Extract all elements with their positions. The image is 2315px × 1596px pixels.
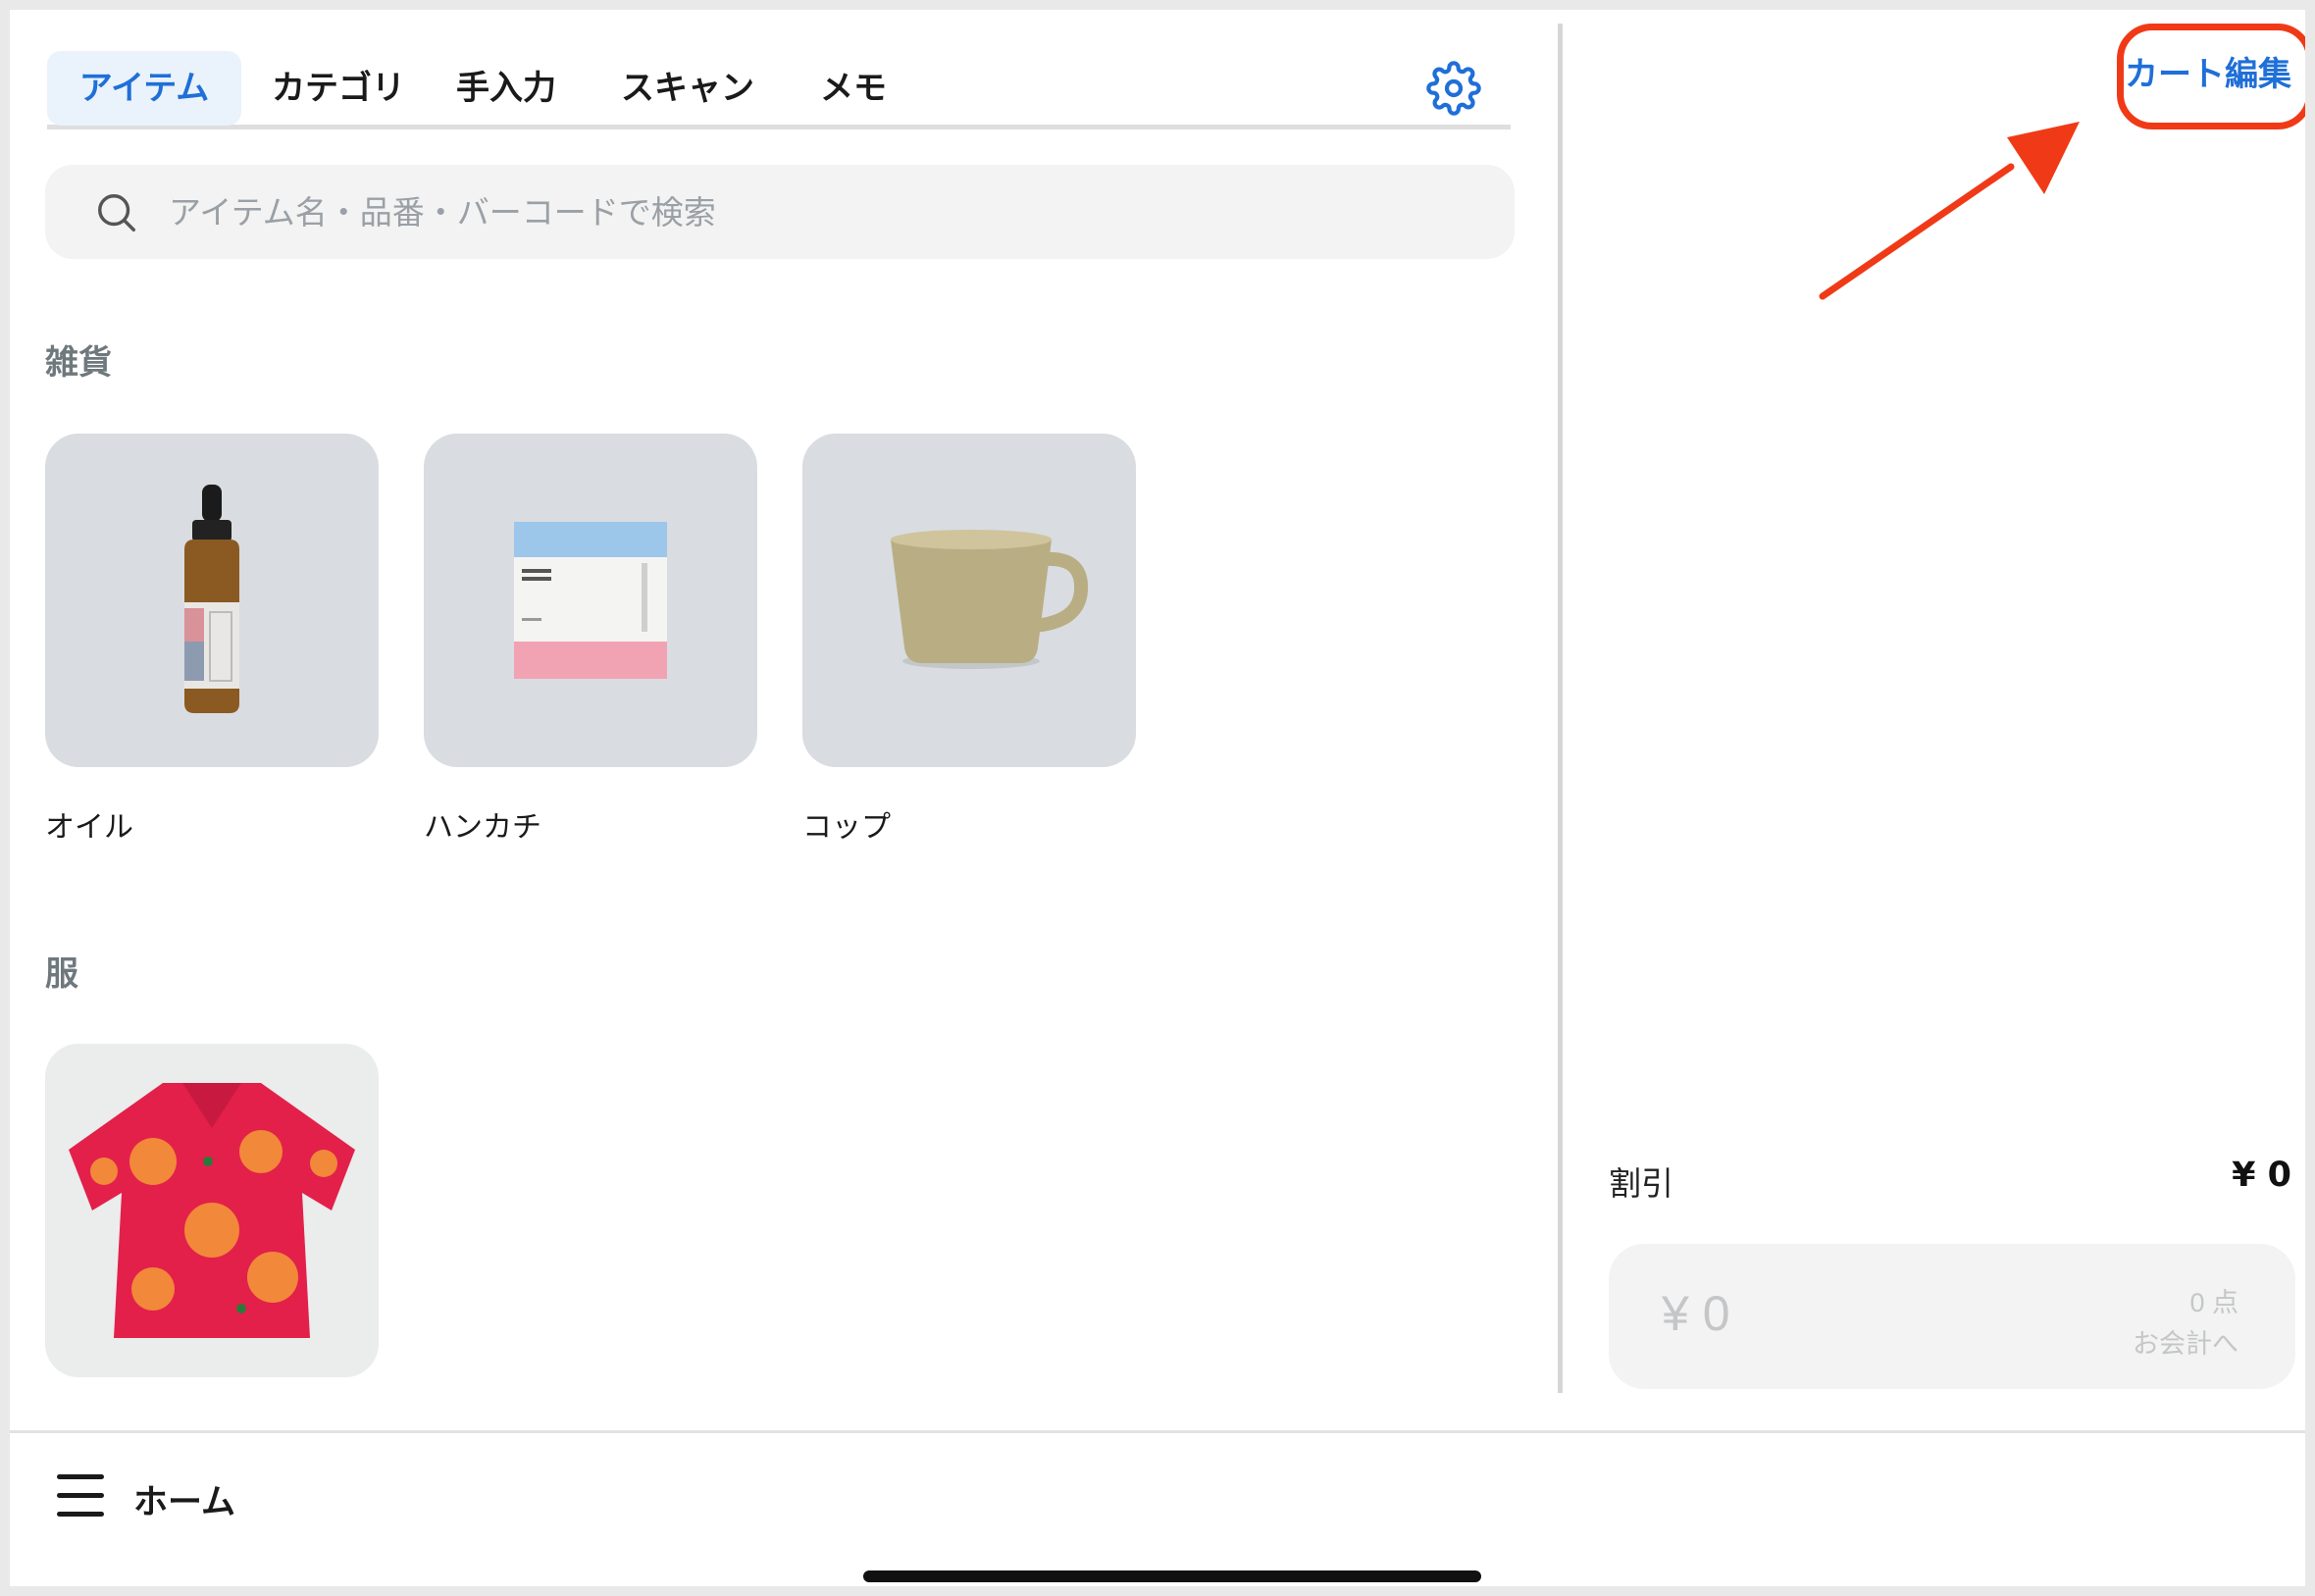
gear-icon[interactable] (1426, 61, 1481, 116)
bottom-bar: ホーム (10, 1430, 2305, 1586)
item-card-cup[interactable]: コップ (802, 434, 1136, 845)
tab-manual-entry[interactable]: 手入力 (447, 51, 565, 126)
tab-memo[interactable]: メモ (804, 51, 902, 126)
pane-divider (1558, 24, 1563, 1393)
checkout-button[interactable]: ¥ 0 0 点 お会計へ (1609, 1244, 2295, 1389)
edit-cart-button[interactable]: カート編集 (2117, 39, 2299, 110)
aloha-shirt-image (45, 1044, 379, 1377)
pos-screen: アイテム カテゴリ 手入力 スキャン メモ 雑貨 (10, 10, 2305, 1586)
hamburger-menu-icon[interactable] (57, 1474, 104, 1518)
item-browser-pane: アイテム カテゴリ 手入力 スキャン メモ 雑貨 (10, 10, 1555, 1427)
item-label: オイル (45, 810, 133, 845)
cup-image (802, 434, 1136, 767)
tab-category[interactable]: カテゴリ (265, 51, 412, 126)
search-input[interactable] (169, 165, 1483, 259)
discount-label: 割引 (1609, 1164, 1673, 1203)
tab-items[interactable]: アイテム (47, 51, 241, 126)
search-bar[interactable] (45, 165, 1515, 259)
tab-scan[interactable]: スキャン (614, 51, 761, 126)
home-indicator (863, 1570, 1481, 1582)
soap-handkerchief-image (424, 434, 757, 767)
discount-value: ¥ 0 (2232, 1156, 2291, 1195)
tab-bar: アイテム カテゴリ 手入力 スキャン メモ (47, 39, 1511, 129)
search-icon (98, 194, 135, 232)
item-card-aloha-shirt[interactable] (45, 1044, 379, 1377)
section-title-clothes: 服 (45, 954, 78, 994)
checkout-total: ¥ 0 (1662, 1286, 1730, 1341)
oil-bottle-image (45, 434, 379, 767)
home-label[interactable]: ホーム (133, 1474, 235, 1524)
section-title-goods: 雑貨 (45, 343, 112, 383)
annotation-arrow-icon (1819, 122, 2080, 300)
checkout-label: お会計へ (2133, 1329, 2238, 1359)
item-card-oil[interactable]: オイル (45, 434, 379, 845)
item-label: ハンカチ (424, 810, 541, 845)
item-card-handkerchief[interactable]: ハンカチ (424, 434, 757, 845)
item-label: コップ (802, 810, 891, 845)
checkout-item-count: 0 点 (2189, 1288, 2238, 1317)
